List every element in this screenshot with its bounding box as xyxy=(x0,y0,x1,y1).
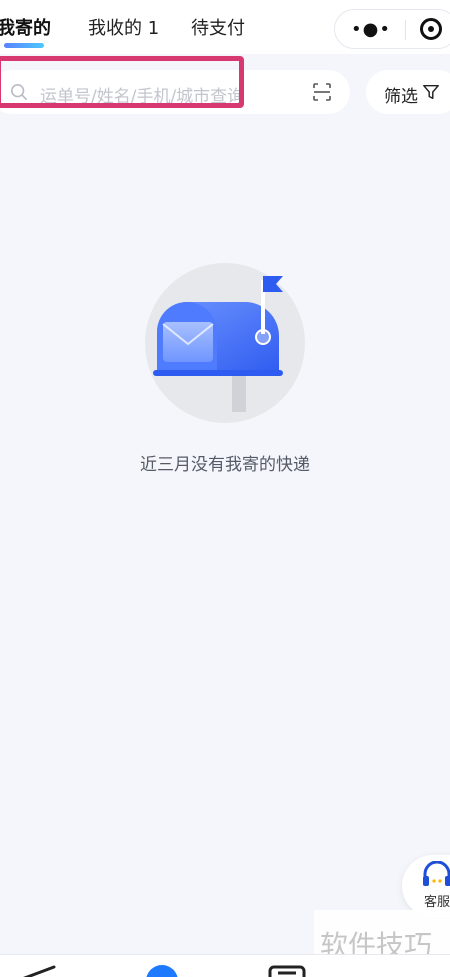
tab-received[interactable]: 我收的 1 xyxy=(88,14,159,40)
list-tab-icon[interactable] xyxy=(268,963,308,977)
mailbox-icon xyxy=(145,263,305,423)
search-input[interactable]: 运单号/姓名/手机/城市查询 xyxy=(40,82,244,107)
home-tab-icon[interactable] xyxy=(144,963,180,977)
customer-service-label: 客服 xyxy=(424,895,450,910)
filter-label: 筛选 xyxy=(384,87,418,107)
top-bar: 我寄的 我收的 1 待支付 •●• xyxy=(0,0,450,54)
customer-service-button[interactable]: 客服 xyxy=(402,855,450,917)
tab-pending-payment[interactable]: 待支付 xyxy=(191,14,245,40)
search-bar[interactable]: 运单号/姓名/手机/城市查询 xyxy=(0,70,350,114)
target-circle-icon[interactable] xyxy=(420,18,442,40)
miniapp-capsule: •●• xyxy=(334,9,450,49)
search-icon xyxy=(10,83,28,101)
filter-button[interactable]: 筛选 xyxy=(366,70,450,114)
headset-icon xyxy=(423,861,450,886)
tab-sent[interactable]: 我寄的 xyxy=(0,14,51,40)
more-dots-icon[interactable]: •●• xyxy=(351,19,391,40)
active-tab-indicator xyxy=(4,43,44,48)
app-root: 我寄的 我收的 1 待支付 •●• 运单号/姓名/手机/城市查询 筛选 近三月没… xyxy=(0,0,450,977)
scan-icon[interactable] xyxy=(312,82,332,102)
funnel-icon xyxy=(423,84,439,100)
send-icon[interactable] xyxy=(18,963,58,977)
capsule-divider xyxy=(405,20,406,40)
bottom-tab-bar xyxy=(0,954,450,977)
empty-state-message: 近三月没有我寄的快递 xyxy=(140,455,310,475)
